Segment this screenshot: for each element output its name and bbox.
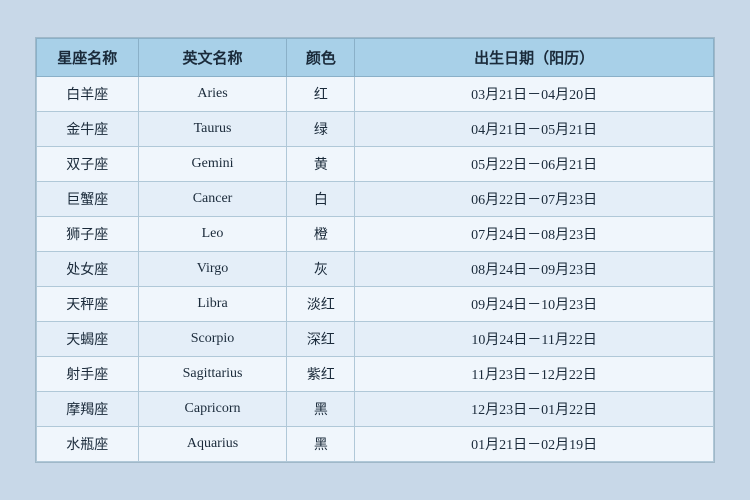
table-row: 处女座Virgo灰08月24日－09月23日 — [37, 252, 714, 287]
cell-chinese: 金牛座 — [37, 112, 139, 147]
cell-english: Virgo — [138, 252, 287, 287]
table-row: 天秤座Libra淡红09月24日－10月23日 — [37, 287, 714, 322]
table-row: 水瓶座Aquarius黑01月21日－02月19日 — [37, 427, 714, 462]
table-header-row: 星座名称 英文名称 颜色 出生日期（阳历） — [37, 39, 714, 77]
cell-english: Gemini — [138, 147, 287, 182]
cell-chinese: 摩羯座 — [37, 392, 139, 427]
cell-chinese: 狮子座 — [37, 217, 139, 252]
header-date: 出生日期（阳历） — [355, 39, 714, 77]
cell-english: Taurus — [138, 112, 287, 147]
table-row: 双子座Gemini黄05月22日－06月21日 — [37, 147, 714, 182]
table-row: 射手座Sagittarius紫红11月23日－12月22日 — [37, 357, 714, 392]
table-row: 白羊座Aries红03月21日－04月20日 — [37, 77, 714, 112]
cell-date: 07月24日－08月23日 — [355, 217, 714, 252]
cell-color: 灰 — [287, 252, 355, 287]
table-row: 摩羯座Capricorn黑12月23日－01月22日 — [37, 392, 714, 427]
table-row: 天蝎座Scorpio深红10月24日－11月22日 — [37, 322, 714, 357]
cell-chinese: 双子座 — [37, 147, 139, 182]
cell-date: 11月23日－12月22日 — [355, 357, 714, 392]
cell-date: 09月24日－10月23日 — [355, 287, 714, 322]
cell-chinese: 天蝎座 — [37, 322, 139, 357]
cell-date: 01月21日－02月19日 — [355, 427, 714, 462]
cell-color: 黄 — [287, 147, 355, 182]
cell-color: 绿 — [287, 112, 355, 147]
cell-english: Sagittarius — [138, 357, 287, 392]
cell-color: 黑 — [287, 427, 355, 462]
cell-english: Scorpio — [138, 322, 287, 357]
cell-color: 橙 — [287, 217, 355, 252]
cell-color: 深红 — [287, 322, 355, 357]
cell-color: 紫红 — [287, 357, 355, 392]
header-color: 颜色 — [287, 39, 355, 77]
cell-chinese: 天秤座 — [37, 287, 139, 322]
cell-chinese: 处女座 — [37, 252, 139, 287]
cell-english: Leo — [138, 217, 287, 252]
cell-english: Capricorn — [138, 392, 287, 427]
cell-color: 白 — [287, 182, 355, 217]
table-row: 金牛座Taurus绿04月21日－05月21日 — [37, 112, 714, 147]
cell-date: 08月24日－09月23日 — [355, 252, 714, 287]
cell-chinese: 白羊座 — [37, 77, 139, 112]
cell-color: 黑 — [287, 392, 355, 427]
header-chinese: 星座名称 — [37, 39, 139, 77]
cell-chinese: 射手座 — [37, 357, 139, 392]
table-row: 巨蟹座Cancer白06月22日－07月23日 — [37, 182, 714, 217]
cell-date: 12月23日－01月22日 — [355, 392, 714, 427]
zodiac-table-container: 星座名称 英文名称 颜色 出生日期（阳历） 白羊座Aries红03月21日－04… — [35, 37, 715, 463]
cell-date: 05月22日－06月21日 — [355, 147, 714, 182]
cell-date: 04月21日－05月21日 — [355, 112, 714, 147]
cell-date: 06月22日－07月23日 — [355, 182, 714, 217]
cell-chinese: 巨蟹座 — [37, 182, 139, 217]
header-english: 英文名称 — [138, 39, 287, 77]
table-row: 狮子座Leo橙07月24日－08月23日 — [37, 217, 714, 252]
cell-english: Libra — [138, 287, 287, 322]
cell-color: 红 — [287, 77, 355, 112]
cell-english: Cancer — [138, 182, 287, 217]
zodiac-table: 星座名称 英文名称 颜色 出生日期（阳历） 白羊座Aries红03月21日－04… — [36, 38, 714, 462]
cell-color: 淡红 — [287, 287, 355, 322]
cell-english: Aries — [138, 77, 287, 112]
cell-english: Aquarius — [138, 427, 287, 462]
cell-date: 10月24日－11月22日 — [355, 322, 714, 357]
cell-date: 03月21日－04月20日 — [355, 77, 714, 112]
cell-chinese: 水瓶座 — [37, 427, 139, 462]
